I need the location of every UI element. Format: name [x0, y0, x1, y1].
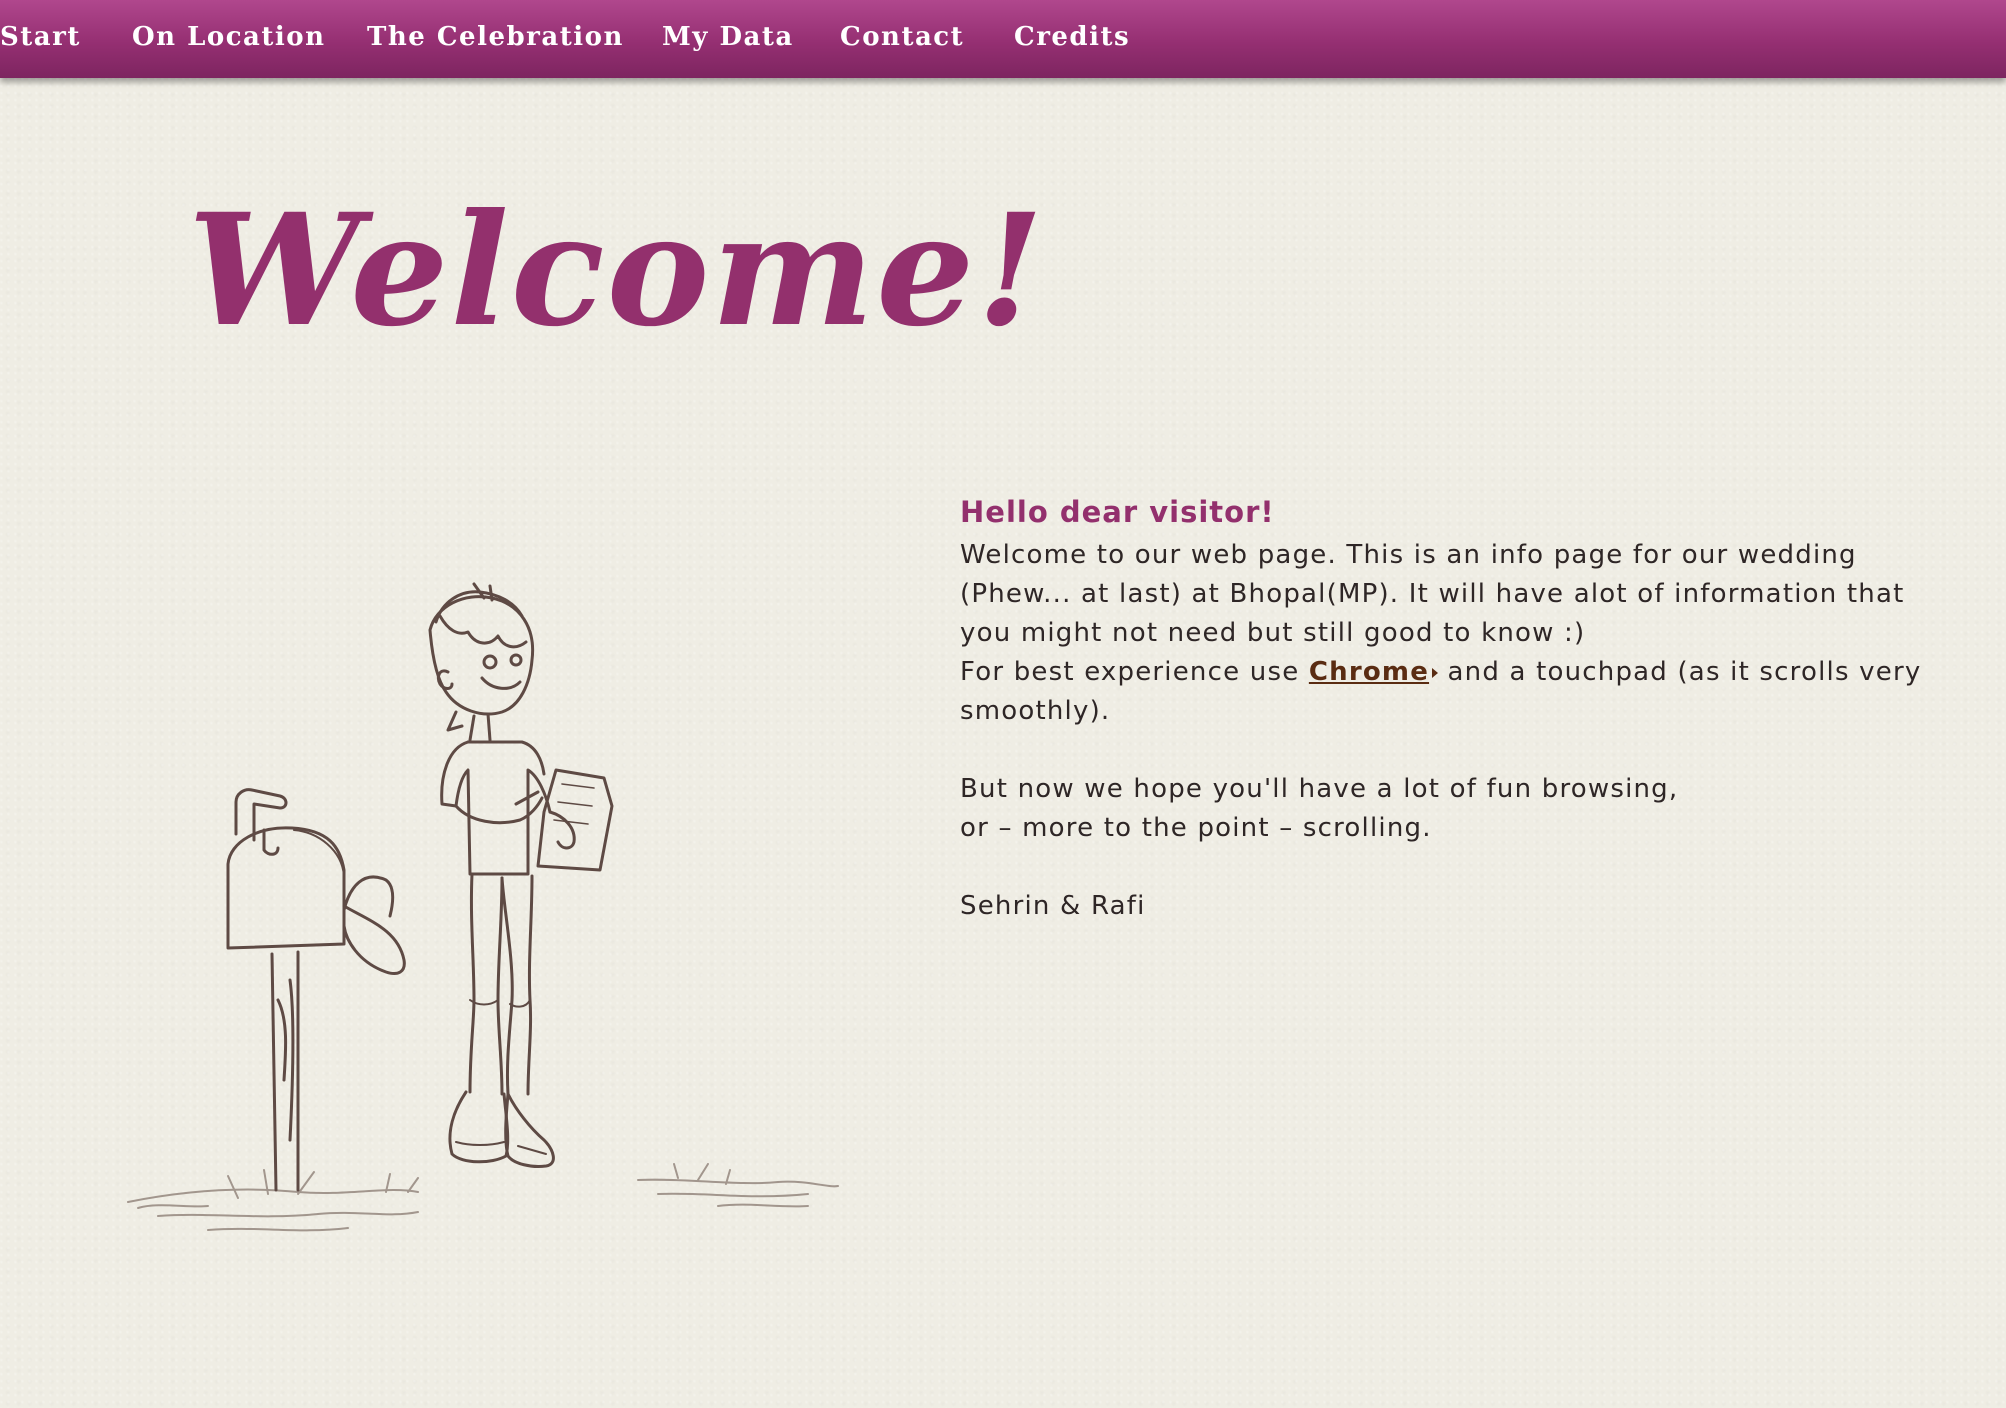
greeting-heading: Hello dear visitor!: [960, 495, 1275, 529]
mailbox-boy-illustration: [127, 582, 839, 1232]
nav-item-the-celebration[interactable]: The Celebration: [367, 0, 624, 74]
boy-sketch: [428, 582, 614, 1168]
nav-item-on-location[interactable]: On Location: [132, 0, 326, 74]
external-link-arrow-icon: [1432, 667, 1439, 678]
chrome-link-label[interactable]: Chrome: [1309, 657, 1429, 687]
chrome-link[interactable]: Chrome: [1309, 657, 1439, 687]
hope-line-2: or – more to the point – scrolling.: [960, 813, 1432, 843]
browser-tip: For best experience use Chrome and a tou…: [960, 653, 1940, 731]
intro-paragraph: Welcome to our web page. This is an info…: [960, 540, 1905, 648]
ground-sketch: [127, 1163, 839, 1232]
browser-tip-prefix: For best experience use: [960, 657, 1300, 687]
nav-item-credits[interactable]: Credits: [1014, 0, 1130, 74]
page-title: Welcome!: [188, 180, 1046, 361]
mailbox-sketch: [226, 788, 406, 1192]
welcome-message: Hello dear visitor! Welcome to our web p…: [960, 488, 1940, 926]
main-nav: Start On Location The Celebration My Dat…: [0, 0, 2006, 78]
nav-item-my-data[interactable]: My Data: [662, 0, 794, 74]
signature: Sehrin & Rafi: [960, 891, 1146, 921]
nav-item-contact[interactable]: Contact: [840, 0, 964, 74]
nav-item-start[interactable]: Start: [0, 0, 81, 74]
hope-line-1: But now we hope you'll have a lot of fun…: [960, 774, 1679, 804]
